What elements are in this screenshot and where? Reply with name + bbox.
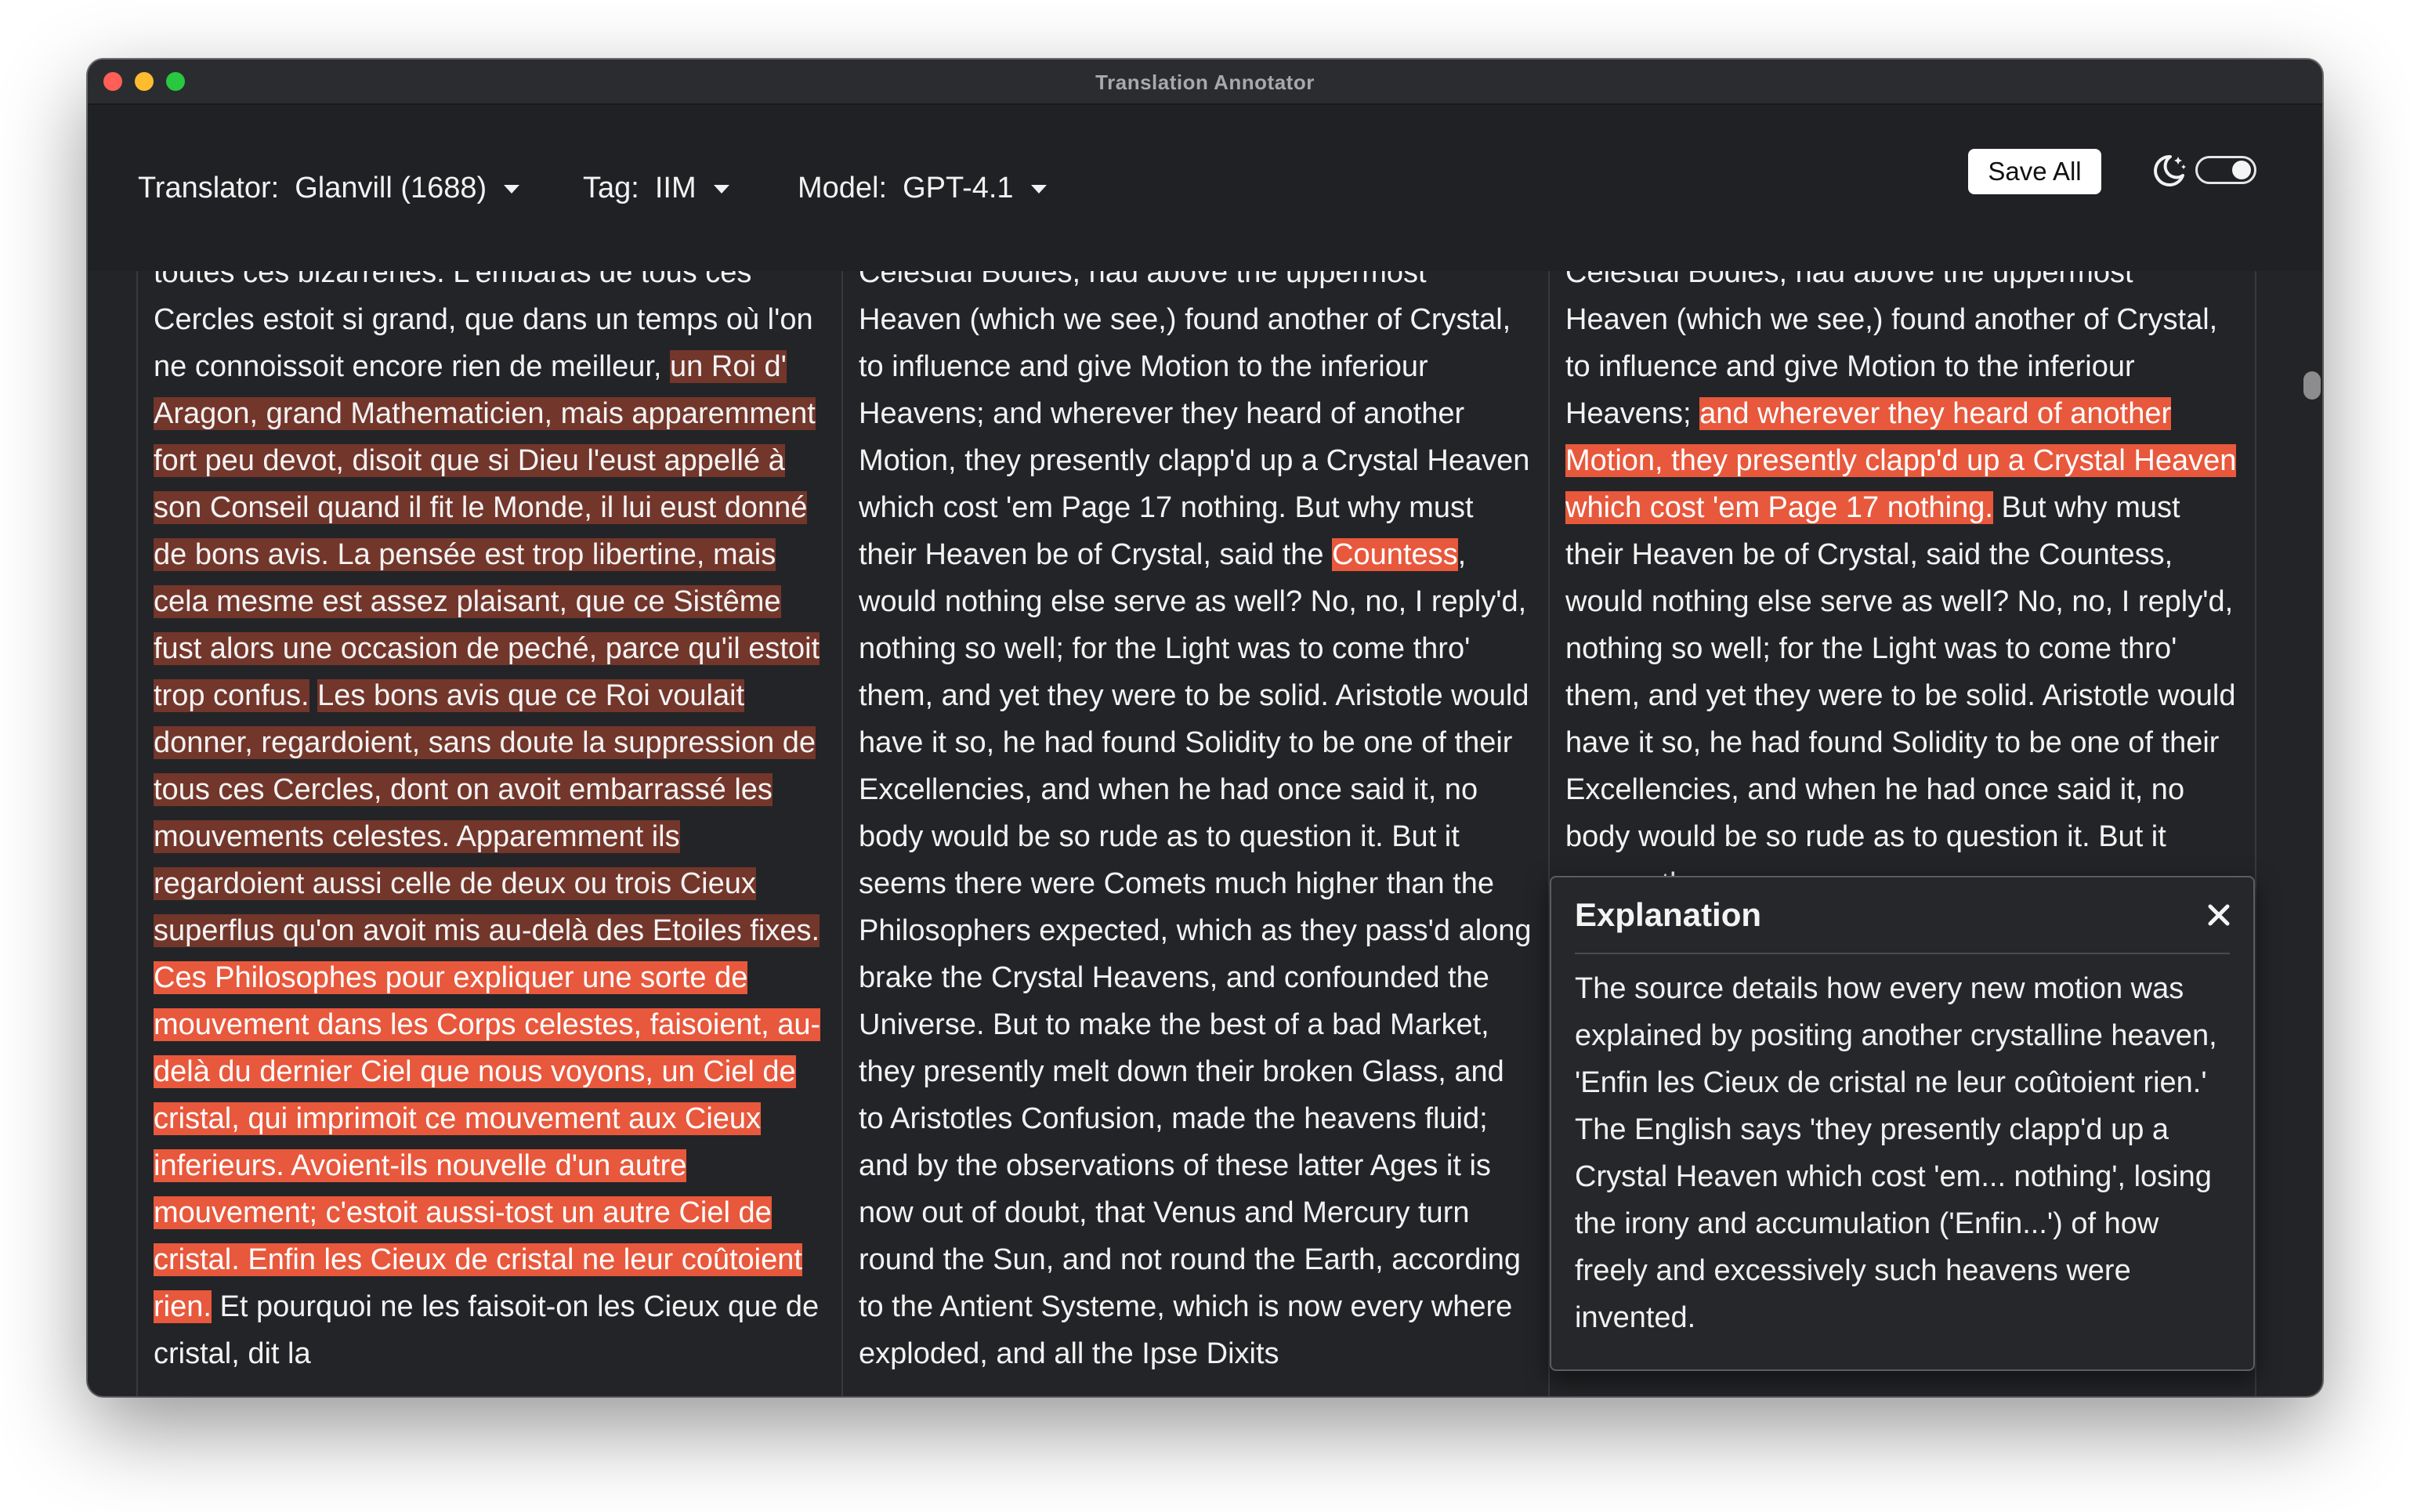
translation-b-text: Celestial Bodies, had above the uppermos… (1565, 271, 2241, 907)
explanation-body: The source details how every new motion … (1575, 972, 2217, 1334)
scrollbar-thumb[interactable] (2303, 371, 2321, 400)
highlight-segment-active[interactable]: Ces Philosophes pour expliquer une sorte… (154, 961, 821, 1323)
model-dropdown[interactable]: Model: GPT-4.1 (798, 105, 1047, 271)
source-column: toutes ces bizarreries. L'embaras de tou… (136, 271, 843, 1396)
explanation-popover: Explanation The source details how every… (1550, 876, 2255, 1371)
app-window: Translation Annotator Translator: Glanvi… (88, 60, 2322, 1396)
model-value: GPT-4.1 (903, 171, 1014, 204)
chevron-down-icon (713, 184, 729, 194)
explanation-title: Explanation (1575, 896, 1762, 933)
text-segment: , would nothing else serve as well? No, … (859, 538, 1532, 1370)
translator-label: Translator: (138, 171, 280, 204)
tag-label: Tag: (583, 171, 639, 204)
translation-a-text: Celestial Bodies, had above the uppermos… (859, 271, 1534, 1377)
explanation-divider (1575, 953, 2230, 954)
save-all-button[interactable]: Save All (1968, 149, 2101, 194)
translator-value: Glanvill (1688) (295, 171, 487, 204)
translation-column-a: Celestial Bodies, had above the uppermos… (843, 271, 1550, 1396)
highlight-segment[interactable]: Les bons avis que ce Roi voulait donner,… (154, 679, 820, 947)
source-text: toutes ces bizarreries. L'embaras de tou… (154, 271, 827, 1377)
text-segment: Celestial Bodies, had above the uppermos… (859, 271, 1530, 571)
highlight-segment-active[interactable]: Countess (1332, 538, 1458, 571)
text-segment (309, 679, 318, 712)
translator-dropdown[interactable]: Translator: Glanvill (1688) (138, 105, 520, 271)
close-icon[interactable] (2205, 901, 2233, 929)
highlight-segment[interactable]: un Roi d' Aragon, grand Mathematicien, m… (154, 350, 820, 712)
tag-dropdown[interactable]: Tag: IIM (583, 105, 729, 271)
model-label: Model: (798, 171, 888, 204)
chevron-down-icon (1030, 184, 1047, 194)
tag-value: IIM (654, 171, 697, 204)
title-bar: Translation Annotator (88, 60, 2322, 105)
window-title: Translation Annotator (1095, 71, 1315, 94)
text-segment: Et pourquoi ne les faisoit-on les Cieux … (154, 1290, 820, 1370)
chevron-down-icon (504, 184, 520, 194)
moon-stars-icon[interactable] (2150, 152, 2187, 190)
text-segment: But why must their Heaven be of Crystal,… (1565, 491, 2236, 900)
toggle-knob (2232, 161, 2251, 179)
dark-mode-toggle[interactable] (2195, 156, 2256, 184)
